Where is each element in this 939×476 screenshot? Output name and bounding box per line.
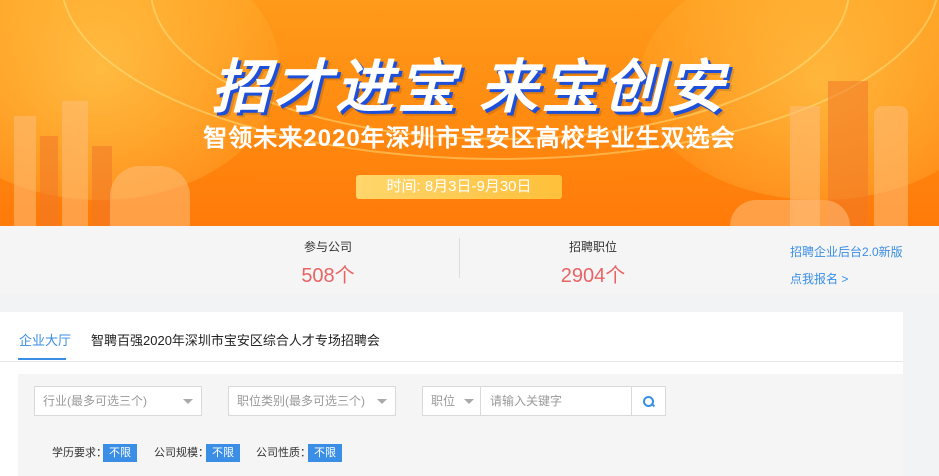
chevron-down-icon <box>464 399 474 404</box>
date-range: 8月3日-9月30日 <box>424 178 532 195</box>
scale-label: 公司规模： <box>154 447 209 459</box>
scale-chip[interactable]: 不限 <box>206 444 240 462</box>
date-pill: 时间: 8月3日-9月30日 <box>356 175 562 199</box>
industry-select[interactable]: 行业(最多可选三个) <box>34 386 202 416</box>
nature-label: 公司性质： <box>256 447 311 459</box>
backend-link[interactable]: 招聘企业后台2.0新版 <box>790 239 903 266</box>
date-label: 时间: <box>386 178 421 195</box>
education-chip[interactable]: 不限 <box>103 444 137 462</box>
banner-slogan: 招才进宝 来宝创安 <box>211 55 728 120</box>
keyword-search: 职位 <box>422 386 666 416</box>
stadium-building <box>730 200 850 226</box>
signup-link[interactable]: 点我报名 > <box>790 266 903 293</box>
pagoda-building <box>110 166 190 226</box>
stat-companies: 参与公司 508个 <box>268 238 388 288</box>
stat-value: 508个 <box>301 265 355 287</box>
tab-enterprise-hall[interactable]: 企业大厅 <box>19 330 71 349</box>
stat-label: 参与公司 <box>303 240 352 254</box>
stat-divider <box>459 238 460 278</box>
stats-bar: 参与公司 508个 招聘职位 2904个 招聘企业后台2.0新版 点我报名 > <box>0 226 939 294</box>
filter-box: 行业(最多可选三个) 职位类别(最多可选三个) 职位 <box>18 374 903 476</box>
search-icon <box>643 395 654 407</box>
stat-positions: 招聘职位 2904个 <box>533 238 653 288</box>
search-button[interactable] <box>631 387 665 415</box>
search-input[interactable] <box>482 387 632 415</box>
nature-chip[interactable]: 不限 <box>308 444 342 462</box>
search-type-select[interactable]: 职位 <box>423 387 481 415</box>
event-banner: 招才进宝 来宝创安 智领未来2020年深圳市宝安区高校毕业生双选会 时间: 8月… <box>0 0 939 226</box>
skyline-building <box>92 146 112 226</box>
search-type-label: 职位 <box>431 394 456 408</box>
stat-label: 招聘职位 <box>568 240 617 254</box>
category-placeholder: 职位类别(最多可选三个) <box>237 394 365 408</box>
side-links: 招聘企业后台2.0新版 点我报名 > <box>790 239 903 293</box>
stat-value: 2904个 <box>560 265 626 287</box>
industry-placeholder: 行业(最多可选三个) <box>43 394 147 408</box>
category-select[interactable]: 职位类别(最多可选三个) <box>228 386 396 416</box>
active-tab-indicator <box>18 358 66 360</box>
education-label: 学历要求： <box>52 447 107 459</box>
banner-subtitle: 智领未来2020年深圳市宝安区高校毕业生双选会 <box>203 125 736 152</box>
chevron-down-icon <box>377 399 387 404</box>
chevron-down-icon <box>183 399 193 404</box>
tab-bar: 企业大厅 智聘百强2020年深圳市宝安区综合人才专场招聘会 <box>0 312 903 362</box>
tab-special-fair[interactable]: 智聘百强2020年深圳市宝安区综合人才专场招聘会 <box>91 330 380 349</box>
